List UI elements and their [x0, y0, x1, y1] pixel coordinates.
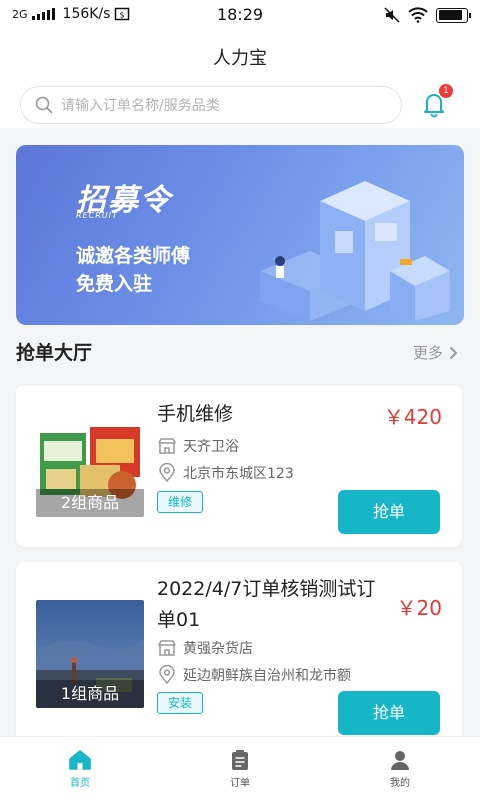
wifi-icon	[408, 7, 428, 23]
tab-orders[interactable]: 订单	[160, 737, 320, 800]
tab-label: 订单	[230, 778, 250, 789]
order-title: 手机维修	[157, 403, 234, 425]
app-header: 人力宝 请输入订单名称/服务品类 1	[0, 30, 480, 128]
order-title-line-2: 单01	[157, 609, 201, 631]
banner-logo-sub: RECRUIT	[76, 211, 118, 220]
tab-label: 我的	[390, 778, 410, 789]
grab-order-button[interactable]: 抢单	[338, 691, 440, 735]
building-illustration	[260, 181, 450, 321]
search-placeholder: 请输入订单名称/服务品类	[61, 98, 220, 114]
more-link[interactable]: 更多	[413, 342, 458, 363]
order-price: ￥420	[383, 405, 442, 429]
shop-row: 天齐卫浴	[157, 436, 239, 456]
tab-home[interactable]: 首页	[0, 737, 160, 800]
shop-row: 黄强杂货店	[157, 638, 253, 658]
tab-label: 首页	[70, 778, 90, 789]
shop-address: 北京市东城区123	[183, 466, 294, 482]
order-price: ￥20	[396, 596, 442, 620]
bottom-tab-bar: 首页 订单 我的	[0, 736, 480, 800]
address-row: 延边朝鲜族自治州和龙市额	[157, 665, 351, 685]
notification-badge: 1	[439, 84, 453, 98]
store-icon	[158, 438, 176, 454]
chevron-right-icon	[449, 346, 458, 359]
store-icon	[158, 640, 176, 656]
location-pin-icon	[159, 665, 175, 685]
tab-profile[interactable]: 我的	[320, 737, 480, 800]
location-pin-icon	[159, 463, 175, 483]
profile-icon	[391, 751, 409, 770]
order-card[interactable]: 1组商品 2022/4/7订单核销测试订 单01 ￥20 黄强杂货店 延边朝鲜族…	[16, 562, 462, 752]
battery-icon	[436, 7, 471, 23]
order-card[interactable]: 2组商品 手机维修 ￥420 天齐卫浴 北京市东城区123 维修 抢单	[16, 385, 462, 547]
page-title: 人力宝	[213, 48, 267, 69]
service-tag: 安装	[157, 692, 204, 714]
section-title: 抢单大厅	[16, 342, 93, 364]
product-thumbnail: 1组商品	[36, 600, 144, 708]
goods-count: 1组商品	[36, 680, 144, 708]
more-label: 更多	[412, 344, 443, 362]
status-right	[384, 7, 471, 23]
shop-address: 延边朝鲜族自治州和龙市额	[183, 668, 351, 684]
notification-button[interactable]: 1	[420, 84, 453, 120]
grab-order-button[interactable]: 抢单	[338, 490, 440, 534]
order-icon	[232, 750, 248, 770]
banner-headline-1: 诚邀各类师傅	[76, 245, 191, 267]
search-input[interactable]: 请输入订单名称/服务品类	[20, 86, 402, 124]
goods-count: 2组商品	[36, 489, 144, 517]
search-icon	[35, 96, 53, 114]
order-title-line-1: 2022/4/7订单核销测试订	[157, 578, 376, 600]
order-title: 2022/4/7订单核销测试订 单01	[157, 574, 375, 636]
service-tag: 维修	[157, 491, 204, 513]
address-row: 北京市东城区123	[157, 463, 294, 483]
shop-name: 天齐卫浴	[183, 439, 239, 455]
shop-name: 黄强杂货店	[183, 641, 253, 657]
banner-headline-2: 免费入驻	[76, 273, 153, 295]
product-thumbnail: 2组商品	[36, 409, 144, 517]
recruit-banner[interactable]: 招募令 RECRUIT 诚邀各类师傅 免费入驻	[16, 145, 464, 325]
status-bar: 2G 156K/s $ 18:29	[0, 0, 480, 30]
mute-icon	[384, 7, 400, 23]
home-icon	[69, 750, 91, 770]
